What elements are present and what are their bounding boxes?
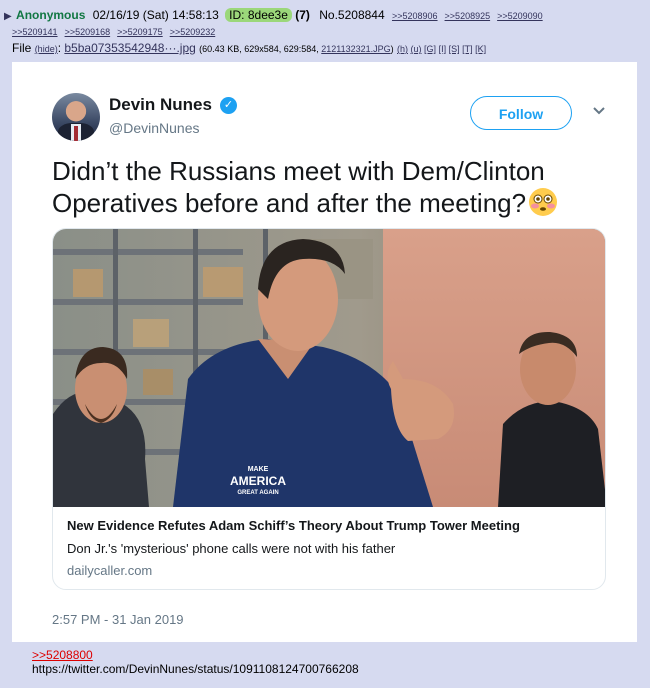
post-menu-arrow-icon[interactable]: ▶ bbox=[4, 11, 12, 22]
file-meta-close: ) bbox=[390, 44, 394, 54]
tweet-text: Didn’t the Russians meet with Dem/Clinto… bbox=[52, 155, 612, 219]
file-info: File (hide): b5ba07353542948···.jpg (60.… bbox=[12, 41, 487, 55]
shirt-logo-line1: MAKE bbox=[248, 466, 269, 473]
tweet-text-body: Didn’t the Russians meet with Dem/Clinto… bbox=[52, 156, 545, 218]
backlink[interactable]: >>5209168 bbox=[65, 27, 111, 37]
file-label: File bbox=[12, 41, 32, 55]
follow-button: Follow bbox=[470, 96, 572, 130]
tweet-author-handle: @DevinNunes bbox=[109, 120, 200, 136]
backlink[interactable]: >>5208906 bbox=[392, 11, 438, 21]
file-h-link[interactable]: (h) bbox=[397, 44, 408, 54]
file-meta: (60.43 KB, 629x584, 629:584, 2121132321.… bbox=[199, 44, 393, 54]
backlink[interactable]: >>5209090 bbox=[497, 11, 543, 21]
card-title: New Evidence Refutes Adam Schiff’s Theor… bbox=[67, 518, 520, 533]
karma-search-link[interactable]: [K] bbox=[475, 44, 486, 54]
file-name-link[interactable]: b5ba07353542948···.jpg bbox=[64, 41, 195, 55]
backlink[interactable]: >>5209141 bbox=[12, 27, 58, 37]
card-photo: MAKE AMERICA GREAT AGAIN bbox=[53, 229, 605, 507]
chevron-down-icon bbox=[593, 107, 605, 115]
file-u-link[interactable]: (u) bbox=[411, 44, 422, 54]
iqdb-search-link[interactable]: [I] bbox=[439, 44, 447, 54]
flushed-face-icon bbox=[529, 188, 558, 216]
file-meta-text: (60.43 KB, 629x584, 629:584, bbox=[199, 44, 322, 54]
attached-tweet-image[interactable]: Devin Nunes ✓ @DevinNunes Follow Didn’t … bbox=[12, 62, 637, 642]
backlink[interactable]: >>5208925 bbox=[445, 11, 491, 21]
shirt-logo-line2: AMERICA bbox=[230, 474, 286, 488]
tineye-search-link[interactable]: [T] bbox=[462, 44, 473, 54]
post-header: ▶ Anonymous 02/16/19 (Sat) 14:58:13 ID: … bbox=[4, 8, 550, 24]
google-search-link[interactable]: [G] bbox=[424, 44, 436, 54]
card-domain: dailycaller.com bbox=[67, 563, 153, 578]
tweet-url-text: https://twitter.com/DevinNunes/status/10… bbox=[32, 662, 359, 676]
hide-file-link[interactable]: (hide) bbox=[35, 44, 58, 54]
backlink[interactable]: >>5209232 bbox=[170, 27, 216, 37]
link-card: MAKE AMERICA GREAT AGAIN New Evidence Re… bbox=[52, 228, 606, 590]
post-number[interactable]: No.5208844 bbox=[319, 8, 384, 22]
poster-name: Anonymous bbox=[16, 8, 86, 22]
shirt-logo-line3: GREAT AGAIN bbox=[237, 490, 278, 496]
post-datetime: 02/16/19 (Sat) 14:58:13 bbox=[92, 8, 219, 22]
reply-count: (7) bbox=[295, 8, 310, 22]
tweet-timestamp: 2:57 PM - 31 Jan 2019 bbox=[52, 612, 184, 627]
verified-badge-icon: ✓ bbox=[220, 97, 237, 114]
file-original-name-link[interactable]: 2121132321.JPG bbox=[321, 44, 390, 54]
quote-link[interactable]: >>5208800 bbox=[32, 648, 93, 662]
saucenao-search-link[interactable]: [S] bbox=[449, 44, 460, 54]
avatar bbox=[52, 93, 100, 141]
backlink[interactable]: >>5209175 bbox=[117, 27, 163, 37]
card-description: Don Jr.'s 'mysterious' phone calls were … bbox=[67, 541, 396, 556]
backlinks-row: >>5209141 >>5209168 >>5209175 >>5209232 bbox=[12, 26, 222, 38]
tweet-author-name: Devin Nunes bbox=[109, 95, 212, 114]
poster-id-badge[interactable]: ID: 8dee3e bbox=[225, 8, 292, 22]
